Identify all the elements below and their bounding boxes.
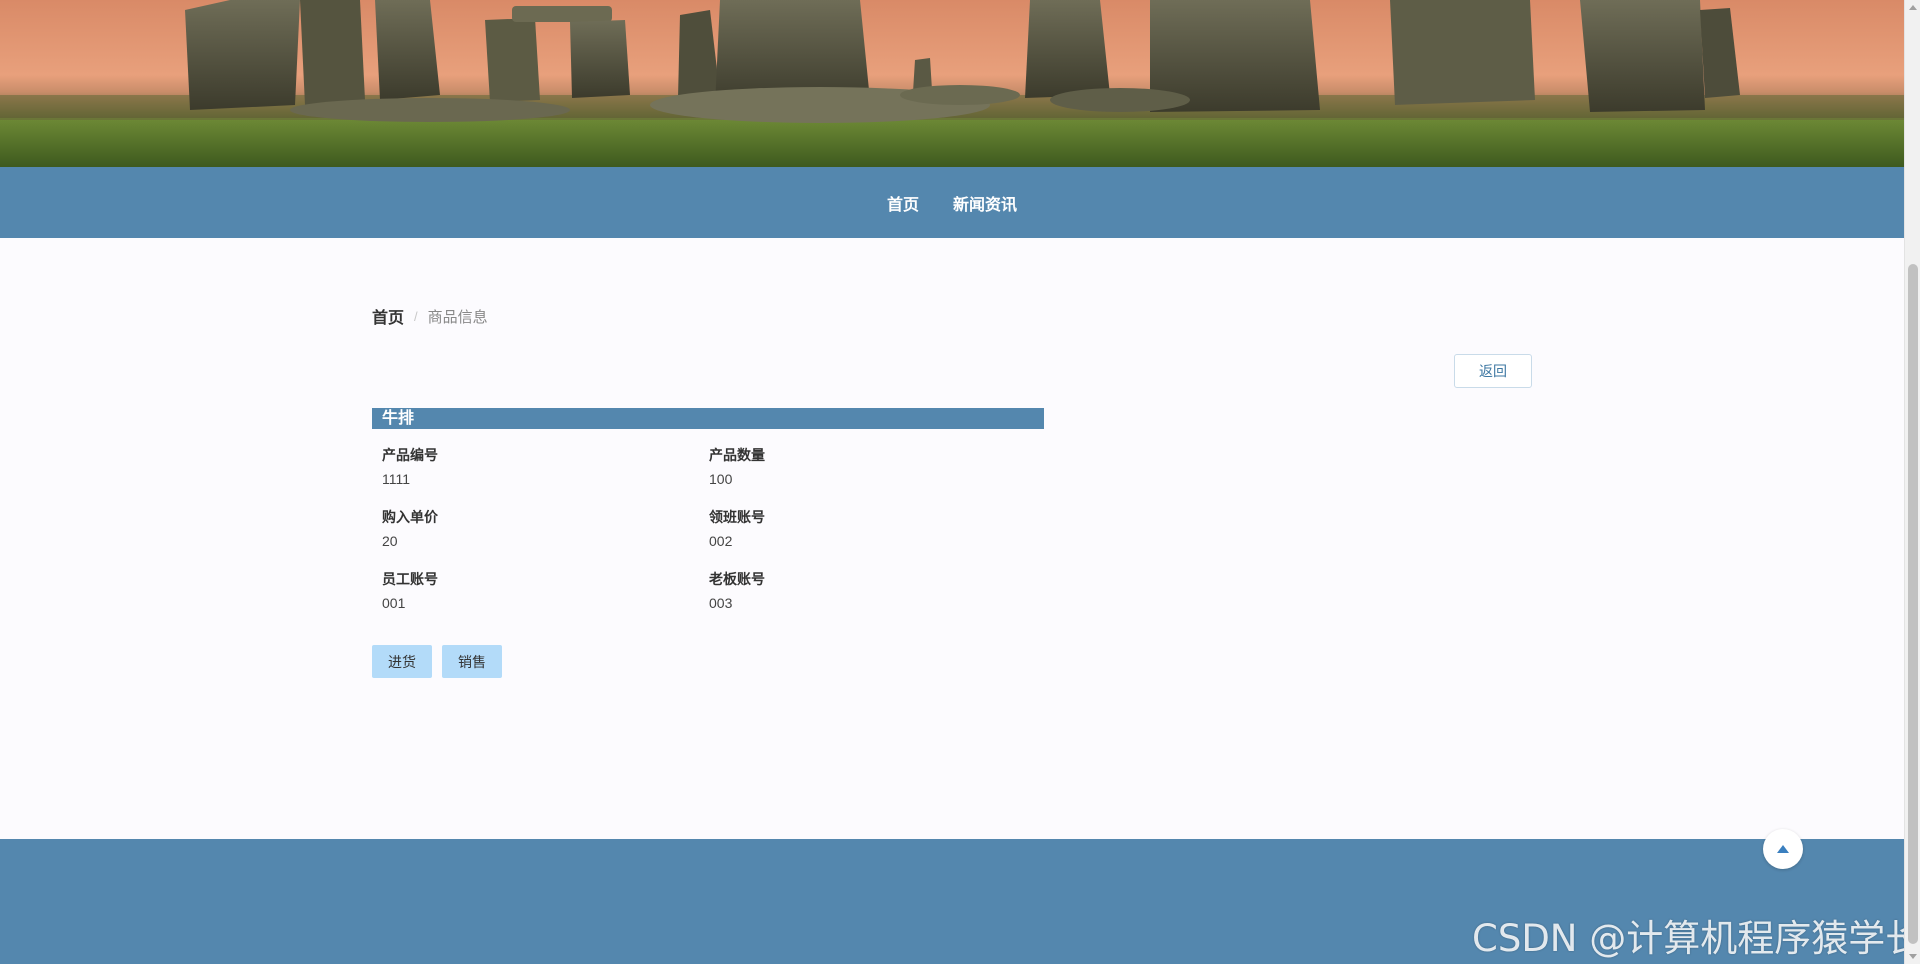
stonehenge-scene xyxy=(0,0,1904,167)
field-value: 002 xyxy=(709,533,733,549)
watermark-text: CSDN @计算机程序猿学长 xyxy=(1472,917,1920,960)
product-field-employee-account: 员工账号 001 xyxy=(382,569,438,611)
field-label: 购入单价 xyxy=(382,509,438,525)
scroll-up-arrow-icon[interactable] xyxy=(1909,5,1917,10)
scrollbar-thumb[interactable] xyxy=(1908,264,1918,944)
sell-button[interactable]: 销售 xyxy=(442,645,502,678)
product-field-quantity: 产品数量 100 xyxy=(709,445,765,487)
product-field-id: 产品编号 1111 xyxy=(382,445,438,487)
product-field-unit-price: 购入单价 20 xyxy=(382,507,438,549)
breadcrumb-current: 商品信息 xyxy=(427,308,488,326)
field-label: 产品数量 xyxy=(709,447,765,463)
caret-up-icon xyxy=(1777,845,1789,853)
field-label: 员工账号 xyxy=(382,571,438,587)
field-value: 001 xyxy=(382,595,406,611)
breadcrumb-home-link[interactable]: 首页 xyxy=(372,304,404,328)
field-value: 20 xyxy=(382,533,398,549)
stock-in-button[interactable]: 进货 xyxy=(372,645,432,678)
back-to-top-button[interactable] xyxy=(1763,829,1803,869)
vertical-scrollbar[interactable] xyxy=(1904,0,1920,964)
header-banner-image xyxy=(0,0,1904,167)
field-label: 产品编号 xyxy=(382,447,438,463)
field-value: 1111 xyxy=(382,471,411,487)
field-label: 领班账号 xyxy=(709,509,765,525)
scroll-down-arrow-icon[interactable] xyxy=(1909,954,1917,959)
field-value: 100 xyxy=(709,471,733,487)
product-field-foreman-account: 领班账号 002 xyxy=(709,507,765,549)
field-value: 003 xyxy=(709,595,733,611)
main-navbar: 首页 新闻资讯 xyxy=(0,167,1904,238)
field-label: 老板账号 xyxy=(709,571,765,587)
breadcrumb-separator: / xyxy=(414,308,418,324)
nav-item-news[interactable]: 新闻资讯 xyxy=(953,191,1017,215)
nav-item-home[interactable]: 首页 xyxy=(887,191,919,215)
product-title: 牛排 xyxy=(372,408,1044,429)
breadcrumb: 首页 / 商品信息 xyxy=(372,304,488,328)
back-button[interactable]: 返回 xyxy=(1454,354,1532,388)
product-field-boss-account: 老板账号 003 xyxy=(709,569,765,611)
